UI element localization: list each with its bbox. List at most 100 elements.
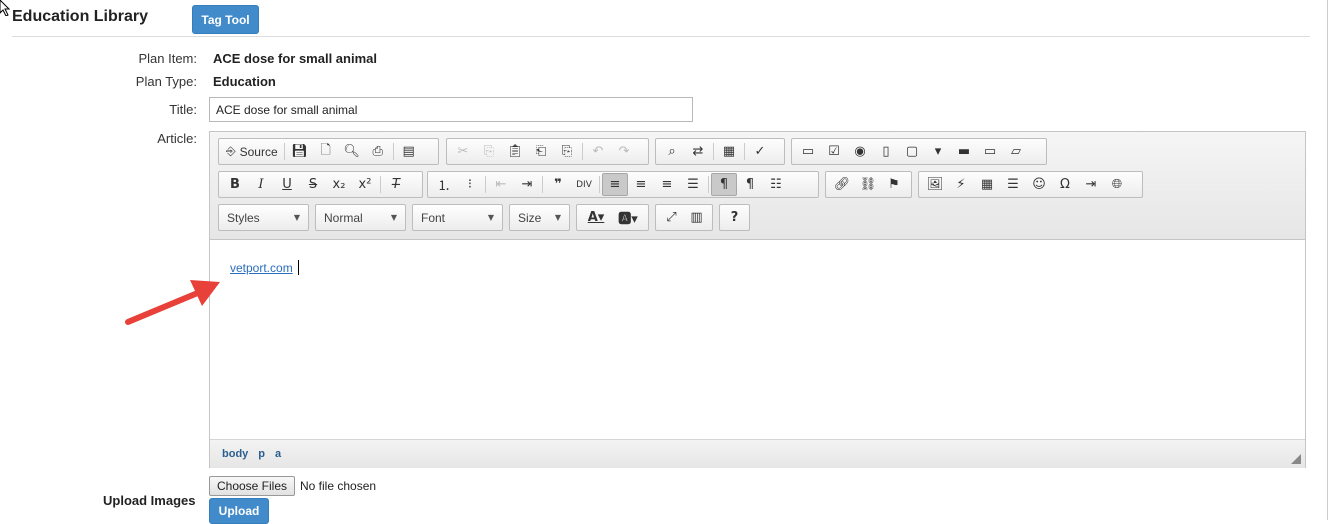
text-color-icon[interactable]: A▾ — [580, 206, 612, 229]
toolbar-group-forms: ▭ ☑ ◉ ▯ ▢ ▾ ▬ ▭ ▱ — [791, 138, 1047, 165]
table-icon[interactable]: ▦ — [974, 173, 1000, 196]
editor-toolbar: ⎆ Source 💾︎ 🗋 🔍︎ ⎙ ▤ ✂ ⎘ 📋︎ ⎗ ⎘ ↶ ↷ ⌕ ⇄ ▦… — [210, 132, 1305, 240]
paste-text-icon[interactable]: ⎗ — [528, 140, 554, 163]
select-field-icon[interactable]: ▾ — [925, 140, 951, 163]
rich-text-editor: ⎆ Source 💾︎ 🗋 🔍︎ ⎙ ▤ ✂ ⎘ 📋︎ ⎗ ⎘ ↶ ↷ ⌕ ⇄ ▦… — [209, 131, 1306, 468]
text-field-icon[interactable]: ▯ — [873, 140, 899, 163]
page-title: Education Library — [12, 8, 149, 25]
hidden-field-icon[interactable]: ▱ — [1003, 140, 1029, 163]
strikethrough-icon[interactable]: S — [300, 173, 326, 196]
remove-format-icon[interactable]: T̶ — [383, 173, 409, 196]
redo-icon[interactable]: ↷ — [611, 140, 637, 163]
find-icon[interactable]: ⌕ — [659, 140, 685, 163]
new-page-icon[interactable]: 🗋 — [313, 140, 339, 163]
templates-icon[interactable]: ▤ — [396, 140, 422, 163]
smiley-icon[interactable]: ☺ — [1026, 173, 1052, 196]
select-all-icon[interactable]: ▦ — [716, 140, 742, 163]
outdent-icon[interactable]: ⇤ — [488, 173, 514, 196]
toolbar-group-basicstyles: B I U S x₂ x² T̶ — [218, 171, 423, 198]
anchor-icon[interactable]: ⚑ — [881, 173, 907, 196]
chevron-down-icon: ▼ — [293, 213, 300, 222]
tag-tool-button[interactable]: Tag Tool — [192, 5, 259, 34]
toolbar-group-links: 🔗︎ ⛓ ⚑ — [825, 171, 912, 198]
format-label: Normal — [324, 210, 363, 225]
title-input[interactable]: ACE dose for small animal — [209, 97, 693, 122]
align-right-icon[interactable]: ≡ — [654, 173, 680, 196]
styles-dropdown[interactable]: Styles ▼ — [218, 204, 309, 231]
justify-icon[interactable]: ☰ — [680, 173, 706, 196]
cut-icon[interactable]: ✂ — [450, 140, 476, 163]
source-icon: ⎆ — [226, 144, 236, 158]
textarea-icon[interactable]: ▢ — [899, 140, 925, 163]
paste-icon[interactable]: 📋︎ — [502, 140, 528, 163]
chevron-down-icon: ▼ — [390, 213, 397, 222]
choose-files-button[interactable]: Choose Files — [209, 476, 295, 496]
radio-icon[interactable]: ◉ — [847, 140, 873, 163]
toolbar-group-document: ⎆ Source 💾︎ 🗋 🔍︎ ⎙ ▤ — [218, 138, 439, 165]
image-button-icon[interactable]: ▭ — [977, 140, 1003, 163]
subscript-icon[interactable]: x₂ — [326, 173, 352, 196]
spellcheck-icon[interactable]: ✓ — [747, 140, 773, 163]
align-center-icon[interactable]: ≡ — [628, 173, 654, 196]
background-color-icon[interactable]: 🅰︎▾ — [612, 206, 644, 229]
horizontal-rule-icon[interactable]: ☰ — [1000, 173, 1026, 196]
blockquote-icon[interactable]: ❞ — [545, 173, 571, 196]
page-break-icon[interactable]: ⇥ — [1078, 173, 1104, 196]
path-body[interactable]: body — [222, 448, 248, 460]
format-dropdown[interactable]: Normal ▼ — [315, 204, 406, 231]
font-dropdown[interactable]: Font ▼ — [412, 204, 503, 231]
separator — [392, 143, 394, 160]
image-icon[interactable]: 🖼︎ — [922, 173, 948, 196]
undo-icon[interactable]: ↶ — [585, 140, 611, 163]
underline-icon[interactable]: U — [274, 173, 300, 196]
upload-images-label: Upload Images — [103, 493, 196, 508]
path-a[interactable]: a — [275, 448, 281, 460]
copy-icon[interactable]: ⎘ — [476, 140, 502, 163]
superscript-icon[interactable]: x² — [352, 173, 378, 196]
replace-icon[interactable]: ⇄ — [685, 140, 711, 163]
unlink-icon[interactable]: ⛓ — [855, 173, 881, 196]
separator — [485, 176, 486, 193]
align-left-icon[interactable]: ≡ — [602, 173, 628, 196]
print-icon[interactable]: ⎙ — [365, 140, 391, 163]
numbered-list-icon[interactable]: ⒈ — [431, 173, 457, 196]
paste-word-icon[interactable]: ⎘ — [554, 140, 580, 163]
source-button[interactable]: ⎆ Source — [222, 140, 282, 163]
text-caret — [298, 260, 299, 275]
iframe-icon[interactable]: 🌐︎ — [1104, 173, 1130, 196]
italic-icon[interactable]: I — [248, 173, 274, 196]
ltr-icon[interactable]: ¶ — [711, 173, 737, 196]
plan-type-label: Plan Type: — [135, 74, 197, 89]
language-icon[interactable]: ☷ — [763, 173, 789, 196]
separator — [708, 176, 709, 193]
div-container-icon[interactable]: DIV — [571, 173, 597, 196]
special-char-icon[interactable]: Ω — [1052, 173, 1078, 196]
indent-icon[interactable]: ⇥ — [514, 173, 540, 196]
path-p[interactable]: p — [258, 448, 265, 460]
resize-handle-icon[interactable] — [1291, 454, 1301, 464]
save-icon[interactable]: 💾︎ — [287, 140, 313, 163]
content-link[interactable]: vetport.com — [230, 261, 293, 275]
flash-icon[interactable]: ⚡︎ — [948, 173, 974, 196]
styles-label: Styles — [227, 210, 260, 225]
link-icon[interactable]: 🔗︎ — [829, 173, 855, 196]
bulleted-list-icon[interactable]: ⁝ — [457, 173, 483, 196]
title-input-value: ACE dose for small animal — [216, 102, 358, 117]
form-icon[interactable]: ▭ — [795, 140, 821, 163]
header-divider — [12, 36, 1310, 37]
toolbar-group-find: ⌕ ⇄ ▦ ✓ — [655, 138, 785, 165]
rtl-icon[interactable]: ¶ — [737, 173, 763, 196]
checkbox-icon[interactable]: ☑ — [821, 140, 847, 163]
maximize-icon[interactable]: ⤢ — [659, 206, 684, 229]
editor-content-area[interactable]: vetport.com — [210, 240, 1305, 439]
show-blocks-icon[interactable]: ▥ — [684, 206, 709, 229]
button-field-icon[interactable]: ▬ — [951, 140, 977, 163]
size-dropdown[interactable]: Size ▼ — [509, 204, 570, 231]
toolbar-group-insert: 🖼︎ ⚡︎ ▦ ☰ ☺ Ω ⇥ 🌐︎ — [918, 171, 1143, 198]
preview-icon[interactable]: 🔍︎ — [339, 140, 365, 163]
upload-button[interactable]: Upload — [209, 498, 269, 524]
bold-icon[interactable]: B — [222, 173, 248, 196]
editor-path-bar: body p a — [210, 439, 1305, 468]
toolbar-group-about: ? — [719, 204, 750, 231]
help-icon[interactable]: ? — [723, 206, 746, 229]
